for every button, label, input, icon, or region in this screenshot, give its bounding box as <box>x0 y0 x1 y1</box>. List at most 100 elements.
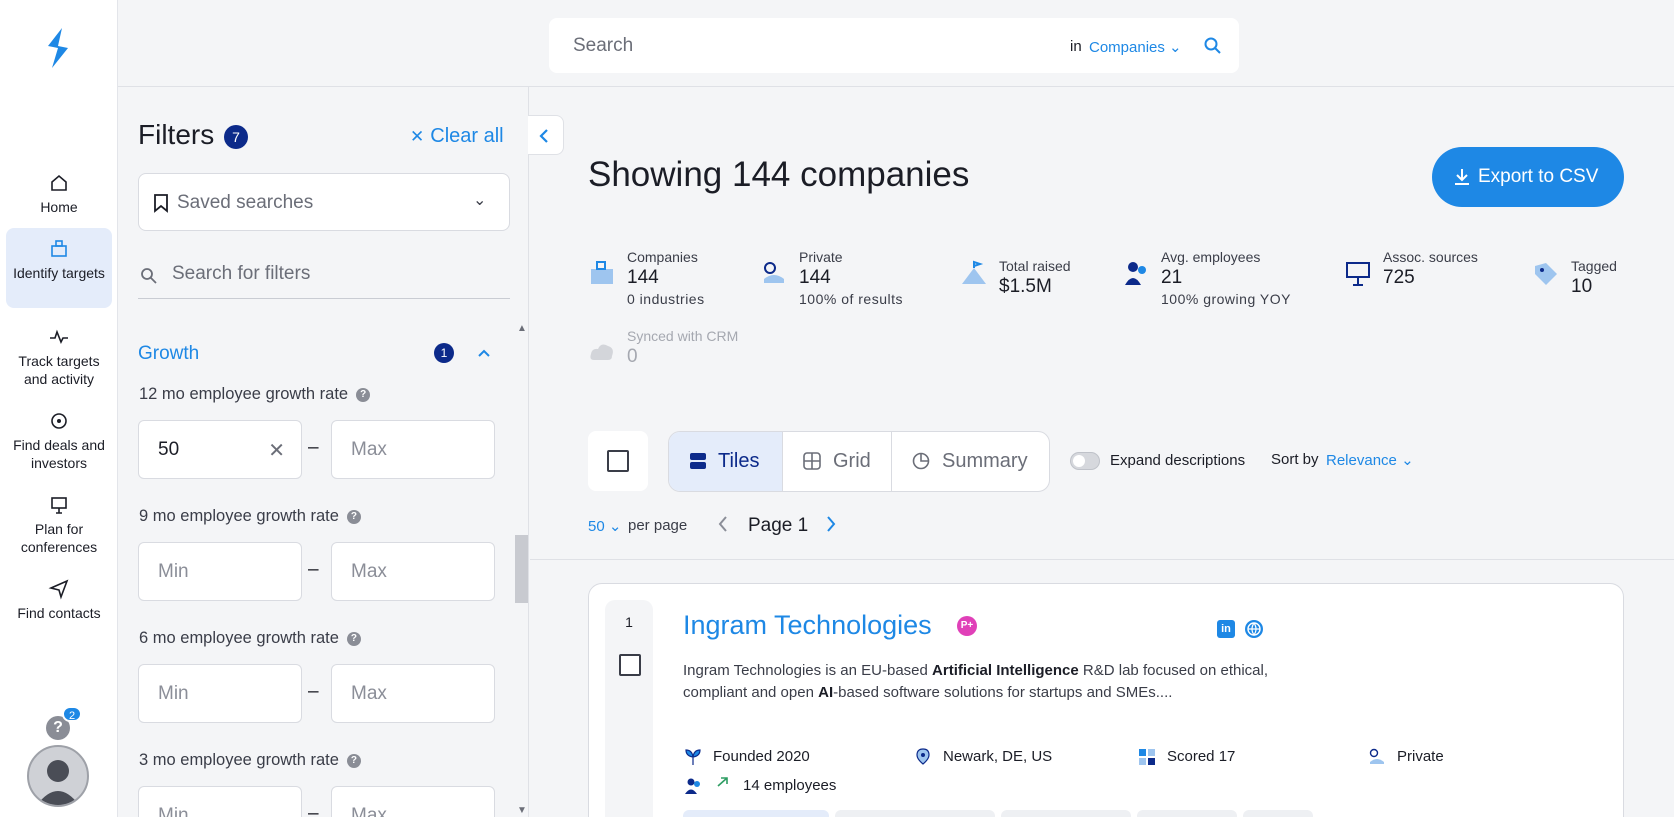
stat-total-raised[interactable]: Total raised $1.5M <box>960 258 1090 302</box>
stat-tagged[interactable]: Tagged 10 <box>1532 258 1632 302</box>
logo-icon[interactable] <box>40 26 76 70</box>
buildings-icon <box>51 240 67 257</box>
stat-value: 10 <box>1571 276 1593 297</box>
clear-input-icon[interactable]: ✕ <box>268 438 285 463</box>
clear-all-button[interactable]: ✕ Clear all <box>410 125 504 148</box>
global-search[interactable]: Search in Companies ⌄ <box>549 18 1239 73</box>
growth-9mo-min-input[interactable]: Min <box>138 542 302 601</box>
tag-chip[interactable] <box>835 810 995 817</box>
saved-searches-label: Saved searches <box>177 192 314 213</box>
growth-6mo-min-input[interactable]: Min <box>138 664 302 723</box>
chevron-down-icon: ⌄ <box>1401 452 1414 469</box>
help-icon[interactable]: ? <box>346 754 361 768</box>
nav-plan-conferences[interactable]: Plan for conferences <box>6 484 112 560</box>
filter-search-field[interactable]: Search for filters <box>138 253 510 299</box>
close-icon: ✕ <box>410 127 425 146</box>
globe-icon[interactable] <box>1245 620 1263 638</box>
growth-12mo-max-input[interactable]: Max <box>331 420 495 479</box>
clear-all-label: Clear all <box>430 125 504 147</box>
nav-home[interactable]: Home <box>6 162 112 220</box>
stat-assoc-sources[interactable]: Assoc. sources 725 <box>1344 249 1494 293</box>
tab-summary[interactable]: Summary <box>892 432 1049 491</box>
growth-3mo-max-input[interactable]: Max <box>331 786 495 817</box>
sort-select[interactable]: Relevance ⌄ <box>1326 451 1414 469</box>
growth-12mo-min-input[interactable]: 50 ✕ <box>138 420 302 479</box>
help-icon[interactable]: ? <box>356 388 371 402</box>
export-csv-label: Export to CSV <box>1478 166 1599 187</box>
prev-page-button[interactable] <box>716 515 730 539</box>
chevron-up-icon[interactable] <box>476 345 492 361</box>
page-label: Page 1 <box>748 515 809 536</box>
location-text: Newark, DE, US <box>943 748 1053 765</box>
tag-chip[interactable] <box>683 810 829 817</box>
chevron-down-icon: ⌄ <box>608 518 622 535</box>
growth-section-title[interactable]: Growth <box>138 343 199 365</box>
nav-find-deals-label: Find deals and investors <box>13 437 105 471</box>
presentation-icon <box>1346 262 1370 286</box>
search-scope-select[interactable]: Companies ⌄ <box>1089 38 1182 56</box>
avatar[interactable] <box>27 745 89 807</box>
nav-find-deals[interactable]: Find deals and investors <box>6 400 112 476</box>
scroll-down-icon[interactable]: ▼ <box>517 805 527 816</box>
sort-value: Relevance <box>1326 452 1397 469</box>
next-page-button[interactable] <box>824 515 838 539</box>
private-ownership-icon <box>764 262 784 283</box>
stat-synced-crm[interactable]: Synced with CRM 0 <box>588 328 758 372</box>
card-checkbox[interactable] <box>619 654 641 676</box>
filters-panel: Filters 7 ✕ Clear all Saved searches ⌄ Se… <box>118 87 529 817</box>
scroll-up-icon[interactable]: ▲ <box>517 323 527 334</box>
saved-searches-dropdown[interactable]: Saved searches ⌄ <box>138 173 510 231</box>
tag-chip[interactable] <box>1137 810 1237 817</box>
select-all-checkbox[interactable] <box>588 431 648 491</box>
help-icon[interactable]: ? <box>346 510 361 524</box>
expand-descriptions-toggle[interactable] <box>1070 452 1100 470</box>
grid-icon <box>803 452 821 470</box>
company-name-link[interactable]: Ingram Technologies <box>683 610 932 641</box>
nav-track-targets-label: Track targets and activity <box>18 353 100 387</box>
per-page-select[interactable]: 50 ⌄ <box>588 517 621 535</box>
card-rank: 1 <box>605 600 653 817</box>
nav-track-targets[interactable]: Track targets and activity <box>6 316 112 392</box>
checkbox[interactable] <box>607 450 629 472</box>
filters-count-badge: 7 <box>224 125 248 149</box>
nav-plan-conferences-label: Plan for conferences <box>20 521 98 555</box>
sort-by-label: Sort by <box>1271 451 1319 468</box>
range-dash: – <box>308 437 319 458</box>
company-card[interactable]: 1 Ingram Technologies P+ in Ingram Techn… <box>588 583 1624 817</box>
results-heading: Showing 144 companies <box>588 155 970 194</box>
activity-icon <box>50 329 68 344</box>
sprout-icon <box>685 749 701 765</box>
pie-chart-icon <box>912 452 930 470</box>
stat-private[interactable]: Private 144 100% of results <box>760 249 920 309</box>
scored-text: Scored 17 <box>1167 748 1236 765</box>
stat-value: 0 <box>627 346 638 367</box>
growth-6mo-max-input[interactable]: Max <box>331 664 495 723</box>
nav-find-contacts[interactable]: Find contacts <box>6 568 112 624</box>
search-input[interactable]: Search <box>573 35 633 57</box>
filter-row-label: 6 mo employee growth rate? <box>139 629 361 648</box>
linkedin-icon[interactable]: in <box>1217 620 1235 638</box>
help-icon[interactable]: ? <box>346 632 361 646</box>
tab-grid[interactable]: Grid <box>783 432 892 491</box>
filter-row-label-text: 9 mo employee growth rate <box>139 507 339 525</box>
nav-identify-targets[interactable]: Identify targets <box>6 228 112 308</box>
tab-tiles[interactable]: Tiles <box>669 432 783 491</box>
send-icon <box>48 579 69 600</box>
stat-avg-employees[interactable]: Avg. employees 21 100% growing YOY <box>1122 249 1302 309</box>
stat-companies[interactable]: Companies 144 0 industries <box>588 249 728 309</box>
export-csv-button[interactable]: Export to CSV <box>1432 147 1624 207</box>
tag-chip[interactable] <box>1001 810 1131 817</box>
divider <box>530 559 1674 560</box>
filters-scroll-thumb[interactable] <box>515 535 528 603</box>
growth-arrow-icon <box>717 777 728 787</box>
filter-search-input[interactable]: Search for filters <box>172 263 310 285</box>
tag-chip[interactable] <box>1243 810 1313 817</box>
stat-label: Companies <box>627 249 698 265</box>
growth-3mo-min-input[interactable]: Min <box>138 786 302 817</box>
stat-label: Avg. employees <box>1161 249 1261 265</box>
filter-row-label-text: 6 mo employee growth rate <box>139 629 339 647</box>
search-icon[interactable] <box>1203 36 1223 56</box>
stat-value: $1.5M <box>999 276 1052 297</box>
stat-value: 144 <box>799 267 831 288</box>
growth-9mo-max-input[interactable]: Max <box>331 542 495 601</box>
